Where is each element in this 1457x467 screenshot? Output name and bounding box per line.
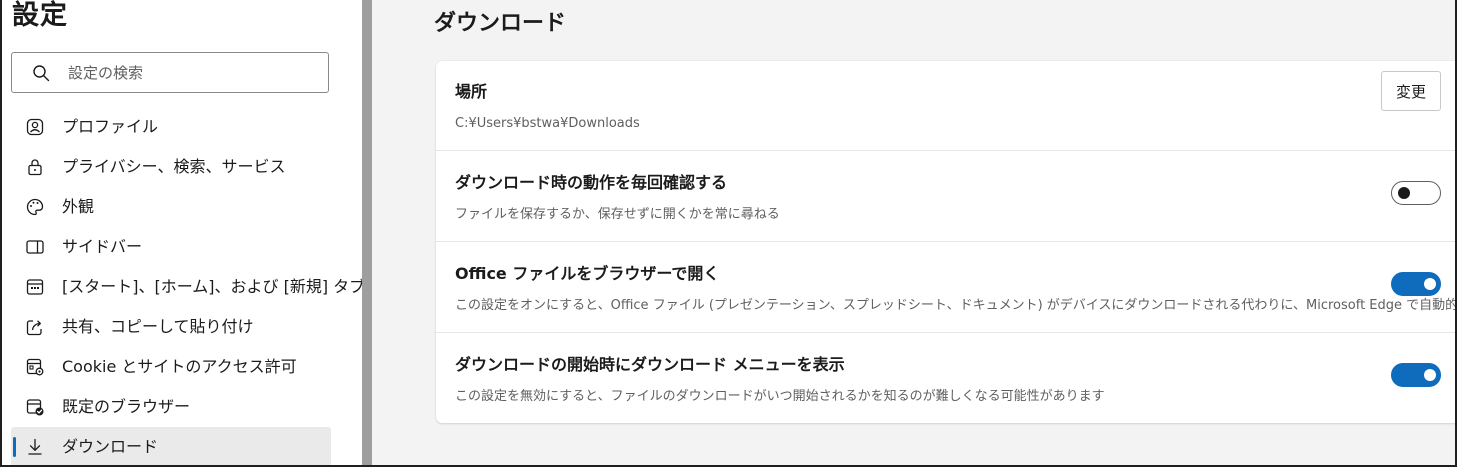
setting-title: ダウンロードの開始時にダウンロード メニューを表示: [455, 355, 845, 374]
sidebar-item-privacy[interactable]: プライバシー、検索、サービス: [11, 147, 331, 187]
setting-row-open-office-in-browser: Office ファイルをブラウザーで開く この設定をオンにすると、Office …: [436, 243, 1457, 333]
sidebar-item-label: ダウンロード: [62, 437, 159, 456]
settings-nav: プロファイル プライバシー、検索、サービス 外観 サイドバー [スタート]、[ホ…: [11, 107, 365, 467]
share-icon: [26, 320, 42, 336]
palette-icon: [26, 198, 44, 216]
toggle-knob: [1424, 369, 1436, 381]
sidebar-item-appearance[interactable]: 外観: [11, 187, 331, 227]
open-office-in-browser-toggle[interactable]: [1391, 272, 1441, 296]
sidebar-item-label: [スタート]、[ホーム]、および [新規] タブ: [62, 277, 366, 296]
toggle-knob: [1424, 278, 1436, 290]
downloads-page: ダウンロード 場所 C:¥Users¥bstwa¥Downloads 変更 ダウ…: [372, 0, 1457, 465]
setting-row-show-downloads-menu: ダウンロードの開始時にダウンロード メニューを表示 この設定を無効にすると、ファ…: [436, 334, 1457, 423]
sidebar-item-profile[interactable]: プロファイル: [11, 107, 331, 147]
location-title: 場所: [455, 82, 488, 101]
change-location-button[interactable]: 変更: [1381, 71, 1441, 111]
settings-title: 設定: [12, 0, 68, 31]
setting-row-location: 場所 C:¥Users¥bstwa¥Downloads 変更: [436, 61, 1457, 151]
sidebar-item-downloads[interactable]: ダウンロード: [11, 427, 331, 467]
sidebar-item-label: 外観: [62, 197, 95, 216]
sidebar-item-start-home-tabs[interactable]: [スタート]、[ホーム]、および [新規] タブ: [11, 267, 365, 307]
profile-icon: [26, 118, 44, 136]
sidebar-item-label: プライバシー、検索、サービス: [62, 157, 286, 176]
setting-row-ask-download-action: ダウンロード時の動作を毎回確認する ファイルを保存するか、保存せずに開くかを常に…: [436, 152, 1457, 242]
settings-sidebar: 設定 プロファイル プライバシー、検索、サービス: [0, 0, 365, 467]
download-path: C:¥Users¥bstwa¥Downloads: [455, 116, 640, 131]
setting-description: この設定を無効にすると、ファイルのダウンロードがいつ開始されるかを知るのが難しく…: [455, 389, 1105, 404]
setting-title: ダウンロード時の動作を毎回確認する: [455, 173, 728, 192]
downloads-settings-card: 場所 C:¥Users¥bstwa¥Downloads 変更 ダウンロード時の動…: [436, 61, 1457, 423]
lock-icon: [28, 159, 42, 176]
sidebar-item-cookies-site-permissions[interactable]: Cookie とサイトのアクセス許可: [11, 347, 331, 387]
setting-description: ファイルを保存するか、保存せずに開くかを常に尋ねる: [455, 207, 780, 222]
ask-download-action-toggle[interactable]: [1391, 181, 1441, 205]
sidebar-item-label: プロファイル: [62, 117, 159, 136]
sidebar-item-label: 共有、コピーして貼り付け: [62, 317, 254, 336]
default-browser-icon: [26, 399, 44, 416]
sidebar-item-label: Cookie とサイトのアクセス許可: [62, 357, 297, 376]
sidebar-item-label: 既定のブラウザー: [62, 397, 191, 416]
pane-divider[interactable]: [362, 0, 372, 467]
show-downloads-menu-toggle[interactable]: [1391, 363, 1441, 387]
settings-search-input[interactable]: [68, 61, 318, 85]
sidebar-item-share-copy-paste[interactable]: 共有、コピーして貼り付け: [11, 307, 331, 347]
settings-search-box[interactable]: [11, 52, 329, 93]
sidebar-icon: [26, 240, 44, 254]
site-permissions-icon: [26, 358, 44, 376]
active-indicator: [13, 437, 16, 457]
page-title: ダウンロード: [434, 11, 567, 36]
sidebar-item-label: サイドバー: [62, 237, 143, 256]
toggle-knob: [1398, 187, 1410, 199]
search-icon: [33, 65, 50, 82]
sidebar-item-sidebar[interactable]: サイドバー: [11, 227, 331, 267]
download-icon: [28, 438, 42, 455]
setting-description: この設定をオンにすると、Office ファイル (プレゼンテーション、スプレッド…: [455, 298, 1457, 313]
home-tabs-icon: [26, 279, 44, 295]
setting-title: Office ファイルをブラウザーで開く: [455, 264, 720, 283]
sidebar-item-default-browser[interactable]: 既定のブラウザー: [11, 387, 331, 427]
window-border-left: [0, 0, 2, 467]
